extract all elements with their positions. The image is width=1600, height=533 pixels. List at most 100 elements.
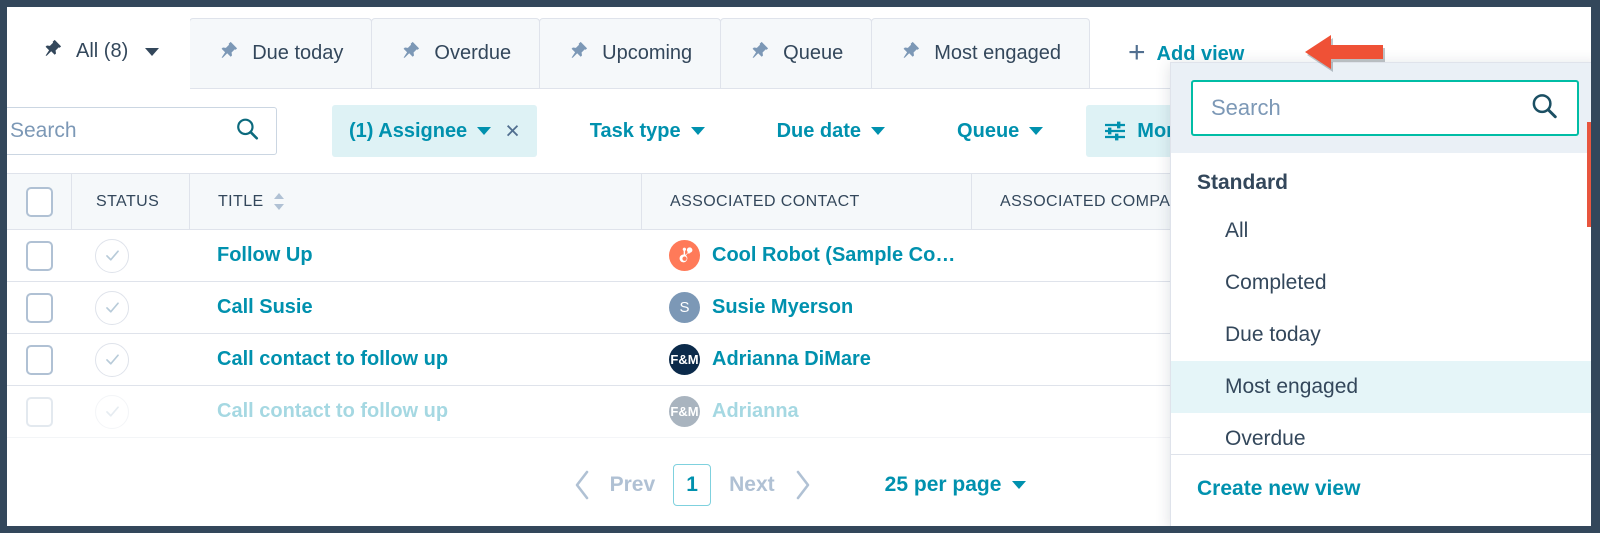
dropdown-search-box[interactable]: [1191, 80, 1579, 136]
pin-icon: [568, 40, 589, 67]
tab-all[interactable]: All (8): [6, 13, 190, 89]
pin-icon: [218, 40, 239, 67]
letter-avatar: S: [669, 292, 700, 323]
row-status-cell[interactable]: [71, 395, 189, 429]
chevron-right-icon[interactable]: [793, 469, 813, 501]
select-all-checkbox[interactable]: [26, 187, 53, 217]
dropdown-item-all[interactable]: All: [1171, 205, 1599, 257]
tab-due-today[interactable]: Due today: [189, 18, 372, 88]
company-logo-avatar: F&M: [669, 344, 700, 375]
chevron-down-icon: [871, 127, 885, 135]
search-icon[interactable]: [234, 116, 260, 147]
row-contact-cell[interactable]: Cool Robot (Sample Co…: [641, 240, 971, 271]
filter-queue[interactable]: Queue: [940, 105, 1060, 157]
sort-arrows-icon[interactable]: [273, 193, 285, 210]
tab-queue[interactable]: Queue: [720, 18, 872, 88]
contact-link[interactable]: Adrianna DiMare: [712, 348, 871, 371]
search-box[interactable]: [0, 107, 277, 155]
row-title-cell[interactable]: Follow Up: [189, 244, 641, 267]
per-page-label: 25 per page: [885, 473, 1002, 497]
company-logo-avatar: F&M: [669, 396, 700, 427]
row-title-cell[interactable]: Call contact to follow up: [189, 348, 641, 371]
contact-link[interactable]: Susie Myerson: [712, 296, 853, 319]
add-view-dropdown: Standard All Completed Due today Most en…: [1170, 62, 1600, 528]
browser-frame: All (8) Due today Overdue Upcoming: [0, 0, 1600, 533]
column-header-label: TITLE: [218, 193, 264, 211]
tab-label: Due today: [252, 42, 343, 65]
column-header-label: ASSOCIATED CONTACT: [670, 193, 860, 211]
tab-most-engaged[interactable]: Most engaged: [871, 18, 1090, 88]
chevron-down-icon: [477, 127, 491, 135]
page-number-1[interactable]: 1: [673, 464, 711, 506]
tasks-page: All (8) Due today Overdue Upcoming: [7, 7, 1591, 526]
dropdown-group-standard: Standard: [1171, 159, 1599, 205]
pin-icon: [749, 40, 770, 67]
next-page-button[interactable]: Next: [729, 473, 775, 497]
task-title-link[interactable]: Call contact to follow up: [217, 348, 448, 371]
contact-link[interactable]: Adrianna: [712, 400, 799, 423]
contact-link[interactable]: Cool Robot (Sample Co…: [712, 244, 955, 267]
task-complete-icon[interactable]: [95, 343, 129, 377]
close-icon[interactable]: ×: [505, 119, 520, 144]
sprocket-icon: [669, 240, 700, 271]
dropdown-item-completed[interactable]: Completed: [1171, 257, 1599, 309]
search-icon[interactable]: [1529, 91, 1559, 126]
filter-label: Due date: [777, 120, 861, 143]
filter-task-type[interactable]: Task type: [573, 105, 722, 157]
pin-icon: [400, 40, 421, 67]
dropdown-search-input[interactable]: [1193, 82, 1577, 134]
row-checkbox[interactable]: [26, 293, 53, 323]
filter-label: Task type: [590, 120, 681, 143]
per-page-selector[interactable]: 25 per page: [885, 473, 1027, 497]
pin-icon: [900, 40, 921, 67]
create-new-view-button[interactable]: Create new view: [1171, 454, 1599, 527]
filter-label: (1) Assignee: [349, 120, 467, 143]
tab-label: All (8): [76, 40, 128, 63]
task-title-link[interactable]: Call contact to follow up: [217, 400, 448, 423]
tab-label: Overdue: [434, 42, 511, 65]
filter-label: Queue: [957, 120, 1019, 143]
task-title-link[interactable]: Follow Up: [217, 244, 313, 267]
chevron-down-icon[interactable]: [145, 48, 159, 56]
plus-icon: +: [1128, 38, 1146, 68]
pagination-controls: Prev 1 Next: [572, 464, 813, 506]
tab-label: Most engaged: [934, 42, 1061, 65]
row-status-cell[interactable]: [71, 239, 189, 273]
task-complete-icon[interactable]: [95, 395, 129, 429]
column-title[interactable]: TITLE: [189, 174, 641, 229]
chevron-left-icon[interactable]: [572, 469, 592, 501]
dropdown-item-due-today[interactable]: Due today: [1171, 309, 1599, 361]
red-edge-marker: [1587, 122, 1591, 227]
row-checkbox[interactable]: [26, 397, 53, 427]
tab-upcoming[interactable]: Upcoming: [539, 18, 721, 88]
row-select-cell[interactable]: [7, 397, 71, 427]
row-contact-cell[interactable]: F&M Adrianna: [641, 396, 971, 427]
row-title-cell[interactable]: Call contact to follow up: [189, 400, 641, 423]
row-select-cell[interactable]: [7, 293, 71, 323]
task-title-link[interactable]: Call Susie: [217, 296, 313, 319]
dropdown-item-most-engaged[interactable]: Most engaged: [1171, 361, 1599, 413]
row-status-cell[interactable]: [71, 343, 189, 377]
select-all-cell[interactable]: [7, 187, 71, 217]
column-associated-contact[interactable]: ASSOCIATED CONTACT: [641, 174, 971, 229]
task-complete-icon[interactable]: [95, 291, 129, 325]
task-complete-icon[interactable]: [95, 239, 129, 273]
dropdown-search-area: [1171, 63, 1599, 153]
filter-due-date[interactable]: Due date: [760, 105, 902, 157]
row-checkbox[interactable]: [26, 241, 53, 271]
row-contact-cell[interactable]: S Susie Myerson: [641, 292, 971, 323]
dropdown-item-overdue[interactable]: Overdue: [1171, 413, 1599, 454]
filter-assignee[interactable]: (1) Assignee ×: [332, 105, 537, 157]
row-contact-cell[interactable]: F&M Adrianna DiMare: [641, 344, 971, 375]
row-select-cell[interactable]: [7, 241, 71, 271]
tab-label: Queue: [783, 42, 843, 65]
prev-page-button[interactable]: Prev: [610, 473, 656, 497]
row-checkbox[interactable]: [26, 345, 53, 375]
sliders-icon: [1103, 120, 1127, 142]
row-title-cell[interactable]: Call Susie: [189, 296, 641, 319]
row-status-cell[interactable]: [71, 291, 189, 325]
row-select-cell[interactable]: [7, 345, 71, 375]
tab-overdue[interactable]: Overdue: [371, 18, 540, 88]
dropdown-list: Standard All Completed Due today Most en…: [1171, 153, 1599, 454]
column-status[interactable]: STATUS: [71, 174, 189, 229]
